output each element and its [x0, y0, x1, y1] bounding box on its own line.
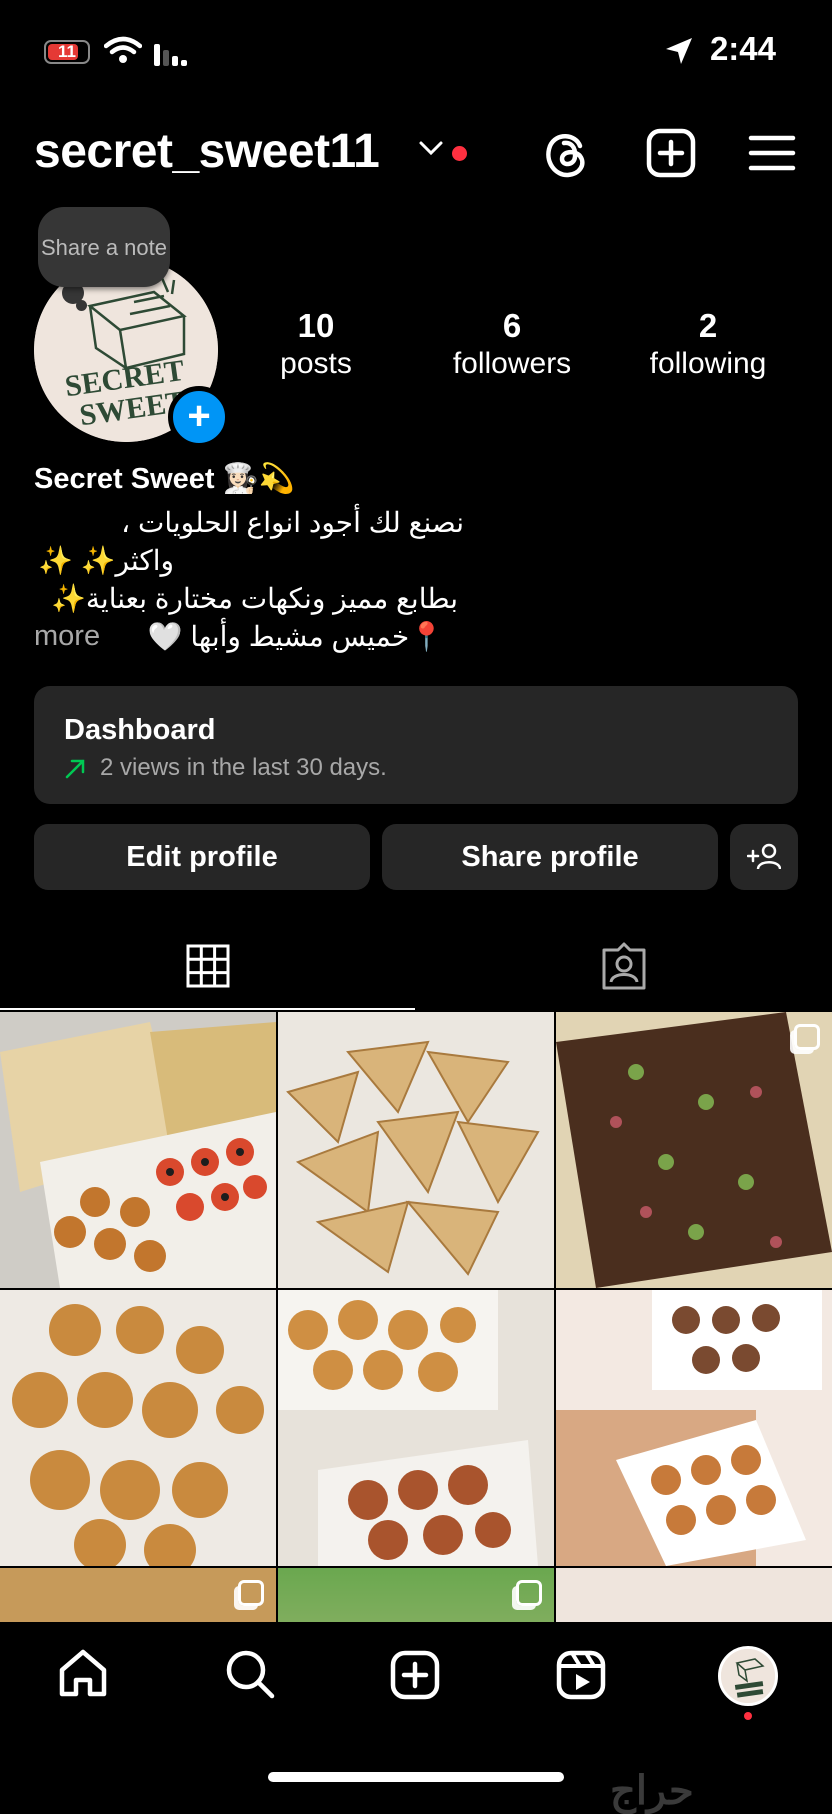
multiple-photos-icon: [794, 1302, 820, 1328]
post-thumbnail[interactable]: [0, 1012, 276, 1288]
posts-label: posts: [280, 347, 352, 380]
post-thumbnail[interactable]: [556, 1568, 832, 1622]
clock-time: 2:44: [709, 30, 776, 67]
battery-icon: 11: [44, 40, 90, 64]
tagged-tab-icon[interactable]: [600, 942, 648, 990]
discover-people-button[interactable]: [730, 824, 798, 890]
stat-following[interactable]: 2 following: [618, 306, 798, 382]
search-icon[interactable]: [224, 1648, 276, 1700]
post-thumbnail[interactable]: [278, 1012, 554, 1288]
menu-icon[interactable]: [748, 134, 796, 172]
bio-line-4: 📍خميس مشيط وأبها 🤍: [147, 621, 444, 652]
profile-display-name: Secret Sweet 👩🏻‍🍳💫: [34, 463, 295, 495]
share-note-bubble[interactable]: Share a note: [38, 207, 170, 287]
username-switcher[interactable]: secret_sweet11: [34, 124, 380, 179]
threads-icon[interactable]: [542, 128, 592, 180]
multiple-photos-icon: [238, 1580, 264, 1606]
post-image: [556, 1012, 832, 1288]
post-thumbnail[interactable]: [278, 1568, 554, 1622]
grid-tab-icon[interactable]: [186, 944, 230, 988]
posts-grid: [0, 1012, 832, 1622]
share-profile-button[interactable]: Share profile: [382, 824, 718, 890]
chevron-down-icon[interactable]: [418, 138, 444, 158]
following-label: following: [649, 347, 767, 380]
create-icon[interactable]: [390, 1650, 440, 1700]
notification-dot: [744, 1712, 752, 1720]
post-image: [0, 1290, 276, 1566]
add-story-button[interactable]: +: [168, 386, 230, 448]
followers-label: followers: [452, 347, 572, 380]
post-image: [556, 1290, 832, 1566]
battery-level: 11: [58, 42, 76, 61]
home-indicator[interactable]: [268, 1772, 564, 1782]
secret-sweet-logo-small: [721, 1649, 775, 1703]
post-image: [0, 1012, 276, 1288]
profile-tab-avatar[interactable]: [718, 1646, 778, 1706]
following-count: 2: [698, 307, 718, 344]
dashboard-title: Dashboard: [64, 714, 216, 746]
post-thumbnail[interactable]: [556, 1290, 832, 1566]
note-bubble-tail-small: [76, 300, 87, 311]
dashboard-views-summary: 2 views in the last 30 days.: [100, 754, 387, 781]
professional-dashboard[interactable]: Dashboard 2 views in the last 30 days.: [34, 686, 798, 804]
location-arrow-icon: [666, 38, 692, 64]
post-thumbnail[interactable]: [556, 1012, 832, 1288]
post-image: [278, 1012, 554, 1288]
bio-more-link[interactable]: more: [34, 620, 100, 653]
bio-line-2: واكثر✨ ✨: [37, 545, 174, 576]
reels-icon[interactable]: [556, 1650, 606, 1700]
post-thumbnail[interactable]: [0, 1568, 276, 1622]
post-thumbnail[interactable]: [0, 1290, 276, 1566]
stat-posts[interactable]: 10 posts: [226, 306, 406, 382]
bio-line-3: بطابع مميز ونكهات مختارة بعناية✨: [51, 583, 458, 614]
watermark: حراج: [610, 1769, 694, 1813]
stat-followers[interactable]: 6 followers: [422, 306, 602, 382]
add-person-icon: [746, 843, 782, 870]
trend-up-arrow-icon: [65, 759, 85, 779]
multiple-photos-icon: [516, 1580, 542, 1606]
notification-dot: [452, 146, 467, 161]
cellular-signal-icon: [154, 44, 187, 66]
wifi-icon: [104, 36, 142, 63]
status-bar: 11 2:44: [0, 0, 832, 100]
posts-count: 10: [297, 307, 335, 344]
home-icon[interactable]: [58, 1648, 108, 1698]
post-image: [278, 1290, 554, 1566]
post-thumbnail[interactable]: [278, 1290, 554, 1566]
new-post-icon[interactable]: [646, 128, 696, 178]
edit-profile-button[interactable]: Edit profile: [34, 824, 370, 890]
bio-line-1: نصنع لك أجود انواع الحلويات ،: [121, 507, 464, 538]
followers-count: 6: [502, 307, 522, 344]
multiple-photos-icon: [794, 1024, 820, 1050]
active-tab-indicator: [0, 1008, 415, 1010]
